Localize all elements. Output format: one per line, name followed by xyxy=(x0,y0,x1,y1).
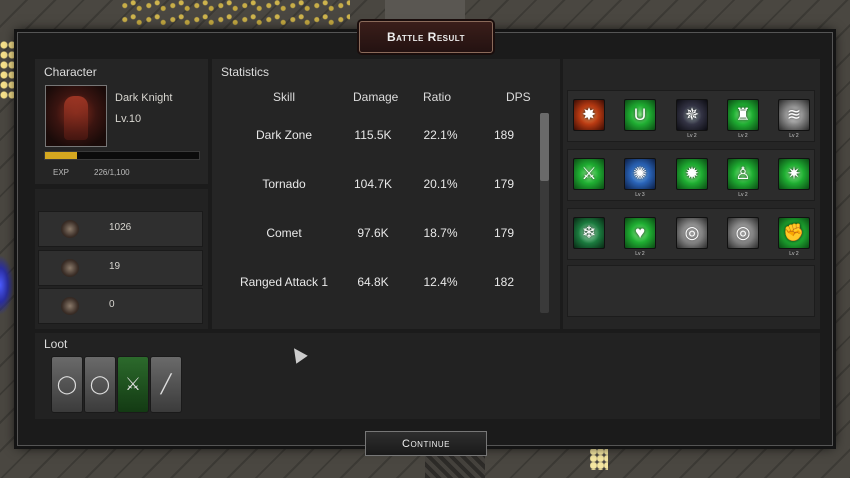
resource-row: 19 xyxy=(38,250,203,286)
tornado-icon[interactable]: ≋ Lv 2 xyxy=(778,99,810,139)
ratio-value: 18.7% xyxy=(423,226,458,240)
exp-bar-fill xyxy=(45,152,77,159)
loot-item[interactable]: ◯ xyxy=(84,356,116,413)
damage-value: 115.5K xyxy=(354,128,392,142)
figure-up-icon[interactable]: ♙ Lv 2 xyxy=(727,158,759,198)
ring-icon: ◯ xyxy=(56,374,78,394)
loot-item[interactable]: ⚔ xyxy=(117,356,149,413)
ratio-value: 20.1% xyxy=(423,177,458,191)
resource-row: 0 xyxy=(38,288,203,324)
dps-value: 179 xyxy=(493,226,515,240)
magnet-icon[interactable]: U xyxy=(624,99,656,131)
portal-glow xyxy=(0,255,14,315)
crest-shield-icon xyxy=(61,259,79,277)
burst-icon[interactable]: ✹ xyxy=(676,158,708,190)
ratio-value: 22.1% xyxy=(423,128,458,142)
snowflake-icon[interactable]: ❄ xyxy=(573,217,605,249)
dps-value: 179 xyxy=(493,177,515,191)
character-level: Lv.10 xyxy=(115,113,142,125)
resource-row: 1026 xyxy=(38,211,203,247)
character-class: Dark Knight xyxy=(115,92,173,104)
statistics-heading: Statistics xyxy=(221,65,270,79)
skill-name: Tornado xyxy=(262,177,306,191)
column-header-damage: Damage xyxy=(353,90,399,104)
skill-row: ❄ ♥ Lv 2 ◎ ◎ ✊ Lv 2 xyxy=(567,208,815,260)
exp-value: 226/1,100 xyxy=(94,168,130,177)
damage-value: 104.7K xyxy=(353,177,393,191)
statistics-scrollbar[interactable] xyxy=(540,113,549,313)
skill-name: Comet xyxy=(266,226,302,240)
compass-star-icon[interactable]: ✵ Lv 2 xyxy=(676,99,708,139)
heart-plus-icon[interactable]: ♥ Lv 2 xyxy=(624,217,656,257)
sword-icon: ⚔ xyxy=(124,374,142,394)
column-header-skill: Skill xyxy=(273,90,296,104)
dps-value: 182 xyxy=(493,275,515,289)
skill-row: ✸ U ✵ Lv 2 ♜ Lv 2 ≋ Lv 2 xyxy=(567,90,815,142)
skill-name: Dark Zone xyxy=(255,128,313,142)
shielded-figure-icon[interactable]: ♜ Lv 2 xyxy=(727,99,759,139)
skull-coin-icon xyxy=(61,220,79,238)
dps-value: 189 xyxy=(493,128,515,142)
character-portrait xyxy=(45,85,107,147)
exp-label: EXP xyxy=(53,168,70,177)
damage-value: 64.8K xyxy=(357,275,389,289)
starburst-up-icon[interactable]: ✷ xyxy=(778,158,810,190)
skill-name: Ranged Attack 1 xyxy=(239,275,329,289)
fire-claw-icon[interactable]: ✸ xyxy=(573,99,605,131)
demon-emblem-icon xyxy=(61,297,79,315)
resource-value: 19 xyxy=(109,261,121,272)
exp-bar xyxy=(44,151,200,160)
resource-value: 1026 xyxy=(109,222,132,233)
sparkle-effect xyxy=(120,0,350,28)
damage-value: 97.6K xyxy=(357,226,389,240)
character-heading: Character xyxy=(44,65,97,79)
orbit-globe-icon[interactable]: ✺ Lv 3 xyxy=(624,158,656,198)
scrollbar-thumb[interactable] xyxy=(540,113,549,181)
window-title: Battle Result xyxy=(359,21,493,53)
continue-button[interactable]: Continue xyxy=(365,431,487,456)
column-header-dps: DPS xyxy=(506,90,531,104)
loot-heading: Loot xyxy=(44,337,68,351)
loot-item[interactable]: ╱ xyxy=(150,356,182,413)
fist-up-icon[interactable]: ✊ Lv 2 xyxy=(778,217,810,257)
skill-row-empty xyxy=(567,265,815,317)
ring-swirl-icon[interactable]: ◎ xyxy=(676,217,708,249)
skill-row: ⚔ ✺ Lv 3 ✹ ♙ Lv 2 ✷ xyxy=(567,149,815,201)
staff-icon: ╱ xyxy=(160,374,172,394)
loot-item[interactable]: ◯ xyxy=(51,356,83,413)
spell-glow xyxy=(0,40,16,100)
column-header-ratio: Ratio xyxy=(423,90,452,104)
ratio-value: 12.4% xyxy=(423,275,458,289)
ring-icon: ◯ xyxy=(89,374,111,394)
sword-up-icon[interactable]: ⚔ xyxy=(573,158,605,190)
sparkle-effect-2 xyxy=(590,448,608,470)
ring-swirl-icon[interactable]: ◎ xyxy=(727,217,759,249)
resource-value: 0 xyxy=(109,299,115,310)
